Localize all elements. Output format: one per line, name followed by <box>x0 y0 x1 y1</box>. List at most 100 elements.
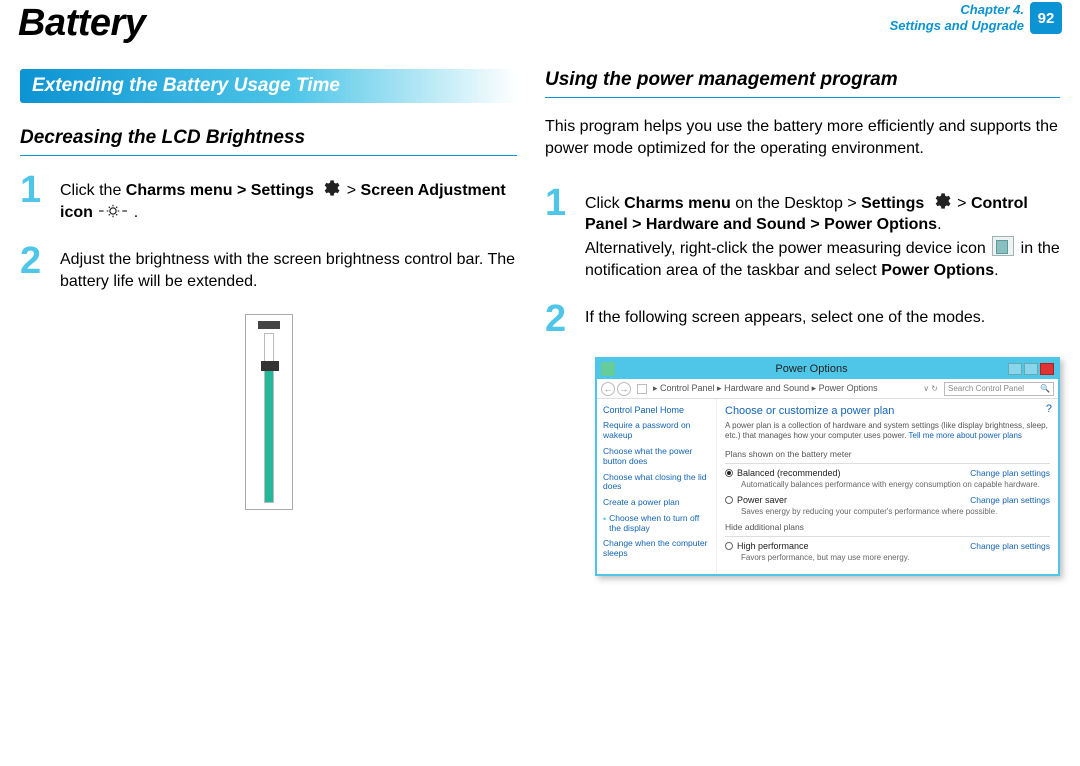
subheading-lcd: Decreasing the LCD Brightness <box>20 127 517 156</box>
breadcrumb[interactable]: ▸ Control Panel ▸ Hardware and Sound ▸ P… <box>653 383 917 394</box>
window-titlebar: Power Options <box>597 359 1058 379</box>
bold-text: Settings <box>861 195 924 212</box>
plan-name: Power saver <box>737 495 787 505</box>
text: Click <box>585 195 624 212</box>
power-taskbar-icon <box>992 236 1014 256</box>
link-more[interactable]: Tell me more about power plans <box>909 431 1022 440</box>
close-button[interactable] <box>1040 363 1054 375</box>
step-2-left: 2 Adjust the brightness with the screen … <box>20 245 517 292</box>
back-button[interactable]: ← <box>601 382 615 396</box>
settings-gear-icon <box>320 178 340 198</box>
sidebar-item[interactable]: Choose what closing the lid does <box>603 473 710 493</box>
slider-top-cap <box>258 321 280 329</box>
plan-desc: Favors performance, but may use more ene… <box>741 553 1050 562</box>
text: Click the <box>60 182 126 199</box>
plan-name: Balanced (recommended) <box>737 468 841 478</box>
power-options-window: Power Options ← → ▸ Control Panel ▸ Hard… <box>595 357 1060 576</box>
window-navbar: ← → ▸ Control Panel ▸ Hardware and Sound… <box>597 379 1058 399</box>
intro-text: This program helps you use the battery m… <box>545 116 1060 161</box>
window-title: Power Options <box>615 363 1008 375</box>
step-number: 1 <box>20 174 48 223</box>
divider <box>725 536 1050 537</box>
step-body: Click the Charms menu > Settings > Scree… <box>60 174 517 223</box>
step-body: Adjust the brightness with the screen br… <box>60 245 517 292</box>
help-icon[interactable]: ? <box>1046 403 1052 415</box>
slider-fill <box>265 371 273 502</box>
step-body: If the following screen appears, select … <box>585 303 985 335</box>
minimize-button[interactable] <box>1008 363 1022 375</box>
left-column: Extending the Battery Usage Time Decreas… <box>20 69 517 576</box>
bold-text: Power Options <box>881 262 994 279</box>
text: > <box>342 182 360 199</box>
text: > <box>953 195 971 212</box>
plan-row-balanced: Balanced (recommended) Change plan setti… <box>725 468 1050 478</box>
plan-row-saver: Power saver Change plan settings <box>725 495 1050 505</box>
plans-label: Plans shown on the battery meter <box>725 449 1050 459</box>
settings-gear-icon <box>931 191 951 211</box>
step-1-left: 1 Click the Charms menu > Settings > Scr… <box>20 174 517 223</box>
content-columns: Extending the Battery Usage Time Decreas… <box>0 45 1080 576</box>
page-number-badge: 92 <box>1030 2 1062 34</box>
divider <box>725 463 1050 464</box>
sidebar-item[interactable]: Choose when to turn off the display <box>603 514 710 534</box>
forward-button[interactable]: → <box>617 382 631 396</box>
hide-plans-label[interactable]: Hide additional plans <box>725 522 1050 532</box>
step-number: 1 <box>545 187 573 281</box>
bold-text: Charms menu > Settings <box>126 182 314 199</box>
text: on the Desktop > <box>731 195 861 212</box>
radio-balanced[interactable] <box>725 469 733 477</box>
text: Alternatively, right-click the power mea… <box>585 240 990 257</box>
brightness-sun-icon <box>99 202 127 220</box>
bold-text: Charms menu <box>624 195 731 212</box>
window-buttons <box>1008 363 1054 375</box>
text: . <box>129 204 138 221</box>
sidebar-item[interactable]: Require a password on wakeup <box>603 421 710 441</box>
text: . <box>994 262 998 279</box>
plan-left: Balanced (recommended) <box>725 468 841 478</box>
brightness-slider-illustration <box>245 314 293 510</box>
plan-row-high: High performance Change plan settings <box>725 541 1050 551</box>
section-title-bar: Extending the Battery Usage Time <box>20 69 517 103</box>
refresh-icon[interactable]: ∨ ↻ <box>923 384 938 393</box>
right-column: Using the power management program This … <box>545 69 1060 576</box>
change-plan-link[interactable]: Change plan settings <box>970 468 1050 478</box>
chapter-line: Chapter 4. <box>890 2 1024 18</box>
chapter-subtitle: Settings and Upgrade <box>890 18 1024 34</box>
change-plan-link[interactable]: Change plan settings <box>970 495 1050 505</box>
sidebar-item[interactable]: Choose what the power button does <box>603 447 710 467</box>
window-icon <box>601 362 615 376</box>
plan-left: Power saver <box>725 495 787 505</box>
radio-power-saver[interactable] <box>725 496 733 504</box>
slider-track <box>264 333 274 503</box>
plan-desc: Saves energy by reducing your computer's… <box>741 507 1050 516</box>
main-title: Choose or customize a power plan <box>725 405 1050 417</box>
sidebar-item[interactable]: Change when the computer sleeps <box>603 539 710 559</box>
slider-thumb <box>261 361 279 371</box>
page-title: Battery <box>18 2 145 45</box>
sidebar: Control Panel Home Require a password on… <box>597 399 717 574</box>
up-button[interactable] <box>637 384 647 394</box>
plan-desc: Automatically balances performance with … <box>741 480 1050 489</box>
step-number: 2 <box>20 245 48 292</box>
step-2-right: 2 If the following screen appears, selec… <box>545 303 1060 335</box>
main-desc: A power plan is a collection of hardware… <box>725 421 1050 441</box>
chapter-block: Chapter 4. Settings and Upgrade <box>890 2 1024 35</box>
window-body: Control Panel Home Require a password on… <box>597 399 1058 574</box>
header-right: Chapter 4. Settings and Upgrade 92 <box>890 2 1062 35</box>
maximize-button[interactable] <box>1024 363 1038 375</box>
subheading-power: Using the power management program <box>545 69 1060 98</box>
sidebar-title: Control Panel Home <box>603 405 710 415</box>
search-icon: 🔍 <box>1040 384 1050 393</box>
step-1-right: 1 Click Charms menu on the Desktop > Set… <box>545 187 1060 281</box>
radio-high-performance[interactable] <box>725 542 733 550</box>
plan-left: High performance <box>725 541 809 551</box>
main-panel: ? Choose or customize a power plan A pow… <box>717 399 1058 574</box>
page-header: Battery Chapter 4. Settings and Upgrade … <box>0 0 1080 45</box>
step-number: 2 <box>545 303 573 335</box>
sidebar-item[interactable]: Create a power plan <box>603 498 710 508</box>
search-input[interactable]: Search Control Panel🔍 <box>944 382 1054 396</box>
nav-arrows: ← → <box>601 382 631 396</box>
plan-name: High performance <box>737 541 809 551</box>
change-plan-link[interactable]: Change plan settings <box>970 541 1050 551</box>
step-body: Click Charms menu on the Desktop > Setti… <box>585 187 1060 281</box>
